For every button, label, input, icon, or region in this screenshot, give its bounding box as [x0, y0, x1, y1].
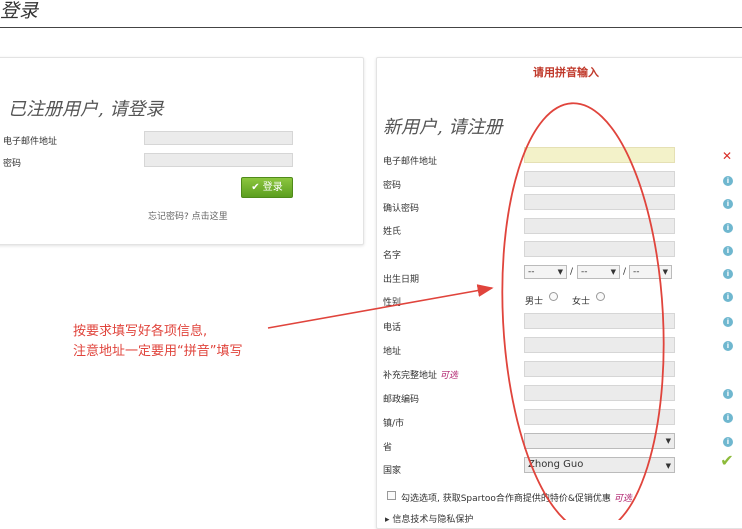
annotation-arrow — [267, 284, 494, 329]
annotation-overlay — [267, 102, 665, 520]
highlight-ellipse — [501, 102, 665, 520]
